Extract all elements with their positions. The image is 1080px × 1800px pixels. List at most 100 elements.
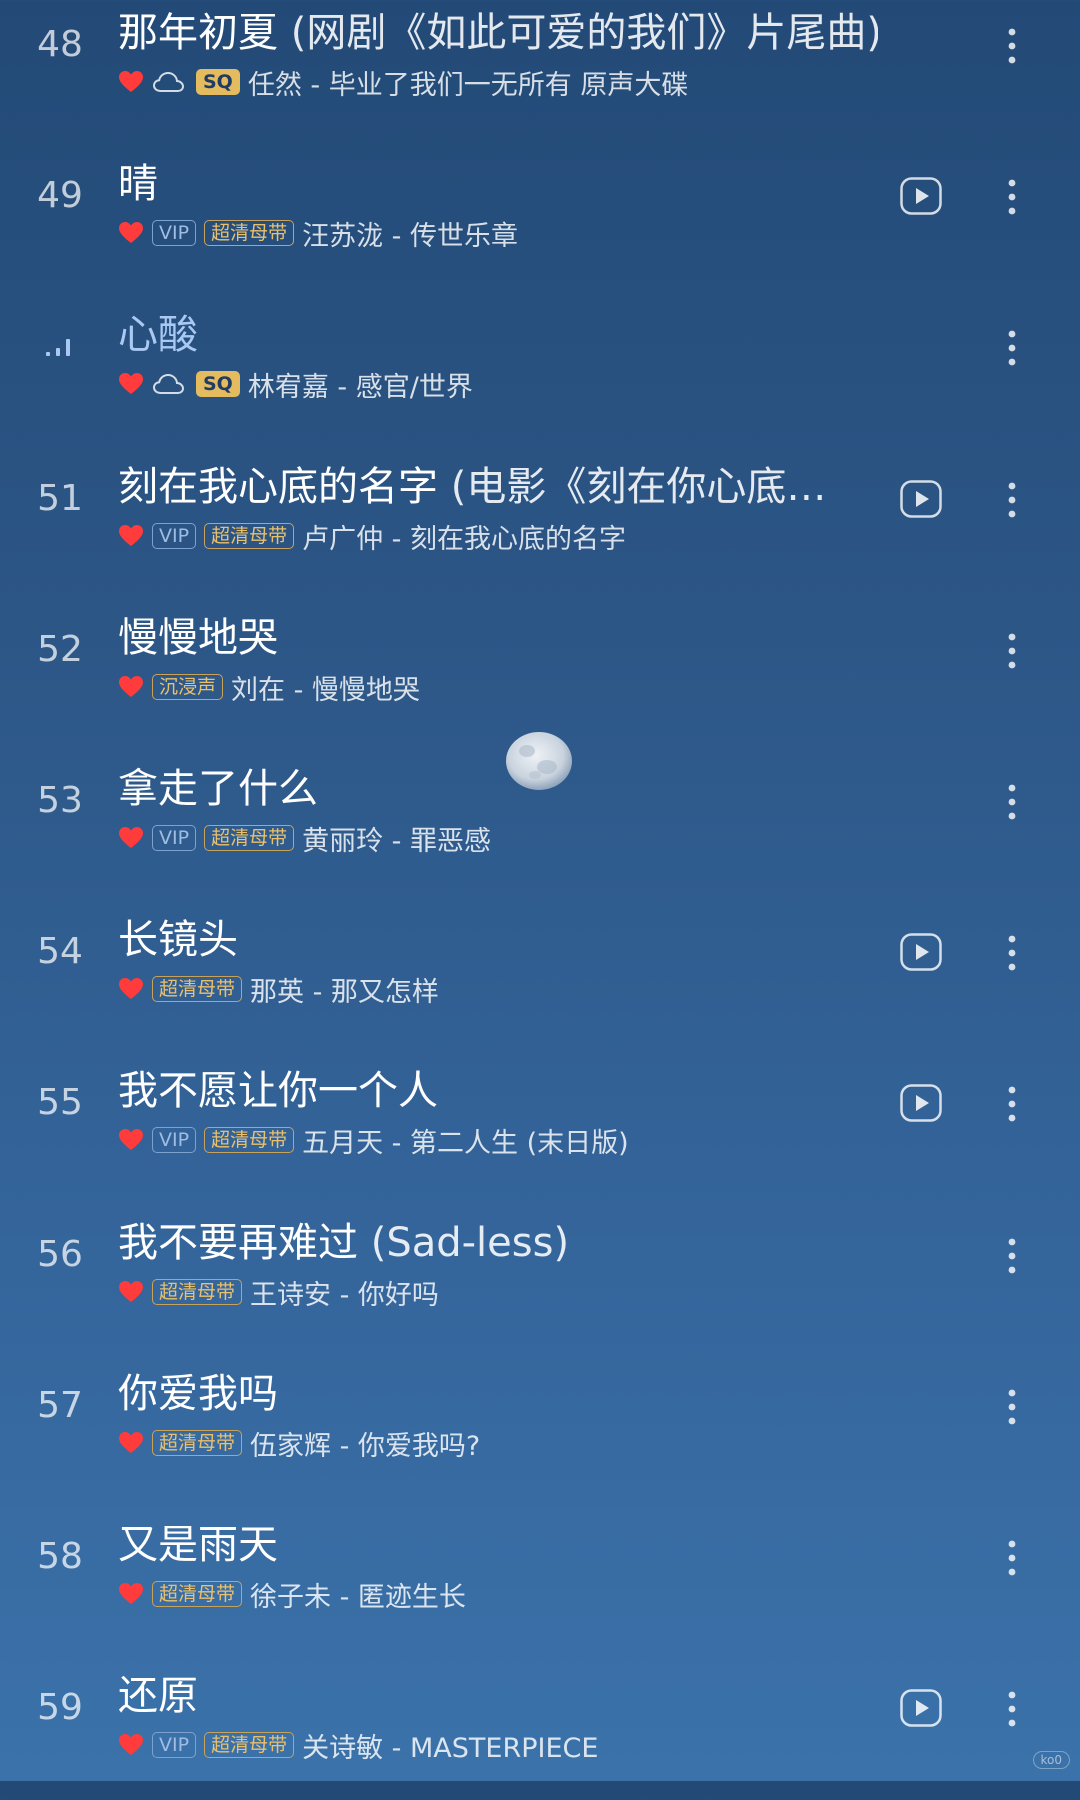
song-index: 51 <box>37 478 83 519</box>
heart-icon[interactable] <box>118 70 144 94</box>
song-title-subtitle: (网剧《如此可爱的我们》片尾曲) <box>278 10 878 56</box>
song-meta: SQ 林宥嘉 - 感官/世界 <box>118 364 473 404</box>
watermark: ko0 <box>1032 1751 1070 1769</box>
heart-icon[interactable] <box>118 1431 144 1455</box>
more-vertical-icon[interactable] <box>1000 1689 1024 1729</box>
song-title-text: 我不要再难过 <box>118 1220 358 1266</box>
song-title-text: 长镜头 <box>118 917 238 963</box>
artist-album: 伍家辉 - 你爱我吗? <box>250 1430 481 1462</box>
song-title-text: 晴 <box>118 161 158 207</box>
artist-album: 刘在 - 慢慢地哭 <box>231 674 420 706</box>
vip-badge: VIP <box>152 825 197 851</box>
heart-icon[interactable] <box>118 1582 144 1606</box>
song-row[interactable]: 56 我不要再难过 (Sad-less) 超清母带 王诗安 - 你好吗 <box>0 1196 1080 1347</box>
song-row[interactable]: 48 那年初夏 (网剧《如此可爱的我们》片尾曲) SQ 任然 - 毕业了我们一无所有 … <box>0 0 1080 137</box>
video-play-icon[interactable] <box>900 177 942 215</box>
song-title-text: 又是雨天 <box>118 1522 278 1568</box>
now-playing-bars-icon <box>44 336 74 362</box>
song-index: 55 <box>37 1082 83 1123</box>
song-row[interactable]: 心酸 SQ 林宥嘉 - 感官/世界 <box>0 288 1080 439</box>
more-vertical-icon[interactable] <box>1000 26 1024 66</box>
video-play-icon[interactable] <box>900 1689 942 1727</box>
heart-icon[interactable] <box>118 675 144 699</box>
song-title-text: 心酸 <box>118 312 198 358</box>
song-title: 长镜头 <box>118 907 238 965</box>
video-play-icon[interactable] <box>900 933 942 971</box>
song-title-text: 刻在我心底的名字 <box>118 464 438 510</box>
more-vertical-icon[interactable] <box>1000 1387 1024 1427</box>
song-meta: SQ 任然 - 毕业了我们一无所有 原声大碟 <box>118 62 688 102</box>
song-row[interactable]: 57 你爱我吗 超清母带 伍家辉 - 你爱我吗? <box>0 1347 1080 1498</box>
more-vertical-icon[interactable] <box>1000 1538 1024 1578</box>
song-title: 我不愿让你一个人 <box>118 1058 438 1116</box>
artist-album: 五月天 - 第二人生 (末日版) <box>302 1127 629 1159</box>
song-title: 那年初夏 (网剧《如此可爱的我们》片尾曲) <box>118 0 878 58</box>
song-index: 49 <box>37 175 83 216</box>
song-title-text: 还原 <box>118 1673 198 1719</box>
more-vertical-icon[interactable] <box>1000 1236 1024 1276</box>
more-vertical-icon[interactable] <box>1000 480 1024 520</box>
song-meta: VIP 超清母带 卢广仲 - 刻在我心底的名字 <box>118 516 626 556</box>
quality-badge: 超清母带 <box>152 1279 243 1305</box>
more-vertical-icon[interactable] <box>1000 782 1024 822</box>
song-title: 拿走了什么 <box>118 756 318 814</box>
song-title: 你爱我吗 <box>118 1361 278 1419</box>
song-meta: VIP 超清母带 黄丽玲 - 罪恶感 <box>118 818 491 858</box>
song-index: 53 <box>37 780 83 821</box>
moon-decoration <box>505 731 573 791</box>
vip-badge: VIP <box>152 523 197 549</box>
song-title-text: 拿走了什么 <box>118 766 318 812</box>
song-index: 56 <box>37 1234 83 1275</box>
artist-album: 关诗敏 - MASTERPIECE <box>302 1732 599 1764</box>
song-title: 心酸 <box>118 302 198 360</box>
song-index: 59 <box>37 1687 83 1728</box>
song-row[interactable]: 51 刻在我心底的名字 (电影《刻在你心底… VIP 超清母带 卢广仲 - 刻在我心底的… <box>0 440 1080 591</box>
song-row[interactable]: 55 我不愿让你一个人 VIP 超清母带 五月天 - 第二人生 (末日版) <box>0 1044 1080 1195</box>
song-meta: VIP 超清母带 五月天 - 第二人生 (末日版) <box>118 1120 629 1160</box>
video-play-icon[interactable] <box>900 1084 942 1122</box>
more-vertical-icon[interactable] <box>1000 1084 1024 1124</box>
song-index: 54 <box>37 931 83 972</box>
vip-badge: VIP <box>152 220 197 246</box>
artist-album: 那英 - 那又怎样 <box>250 976 439 1008</box>
quality-badge: 沉浸声 <box>152 674 224 700</box>
song-meta: 超清母带 王诗安 - 你好吗 <box>118 1272 439 1312</box>
artist-album: 卢广仲 - 刻在我心底的名字 <box>302 523 626 555</box>
quality-badge: 超清母带 <box>204 1127 295 1153</box>
artist-album: 徐子未 - 匿迹生长 <box>250 1581 466 1613</box>
song-row[interactable]: 54 长镜头超清母带 那英 - 那又怎样 <box>0 893 1080 1044</box>
heart-icon[interactable] <box>118 1128 144 1152</box>
quality-badge: 超清母带 <box>204 825 295 851</box>
song-meta: 超清母带 徐子未 - 匿迹生长 <box>118 1574 466 1614</box>
heart-icon[interactable] <box>118 977 144 1001</box>
song-row[interactable]: 59 还原 VIP 超清母带 关诗敏 - MASTERPIECE <box>0 1649 1080 1800</box>
quality-badge: 超清母带 <box>152 976 243 1002</box>
more-vertical-icon[interactable] <box>1000 328 1024 368</box>
cloud-icon <box>152 70 188 94</box>
song-title-text: 慢慢地哭 <box>118 615 278 661</box>
song-row[interactable]: 52 慢慢地哭 沉浸声 刘在 - 慢慢地哭 <box>0 591 1080 742</box>
song-row[interactable]: 49 晴 VIP 超清母带 汪苏泷 - 传世乐章 <box>0 137 1080 288</box>
song-row[interactable]: 58 又是雨天超清母带 徐子未 - 匿迹生长 <box>0 1498 1080 1649</box>
quality-badge: 超清母带 <box>152 1581 243 1607</box>
song-index: 48 <box>37 24 83 65</box>
heart-icon[interactable] <box>118 1280 144 1304</box>
video-play-icon[interactable] <box>900 480 942 518</box>
more-vertical-icon[interactable] <box>1000 631 1024 671</box>
song-title: 还原 <box>118 1663 198 1721</box>
song-title: 晴 <box>118 151 158 209</box>
artist-album: 林宥嘉 - 感官/世界 <box>247 371 473 403</box>
heart-icon[interactable] <box>118 826 144 850</box>
heart-icon[interactable] <box>118 372 144 396</box>
more-vertical-icon[interactable] <box>1000 933 1024 973</box>
heart-icon[interactable] <box>118 221 144 245</box>
song-title: 刻在我心底的名字 (电影《刻在你心底… <box>118 454 826 512</box>
sq-badge: SQ <box>196 371 240 397</box>
more-vertical-icon[interactable] <box>1000 177 1024 217</box>
heart-icon[interactable] <box>118 524 144 548</box>
heart-icon[interactable] <box>118 1733 144 1757</box>
quality-badge: 超清母带 <box>204 523 295 549</box>
song-index: 58 <box>37 1536 83 1577</box>
song-title: 我不要再难过 (Sad-less) <box>118 1210 569 1268</box>
song-title-text: 我不愿让你一个人 <box>118 1068 438 1114</box>
